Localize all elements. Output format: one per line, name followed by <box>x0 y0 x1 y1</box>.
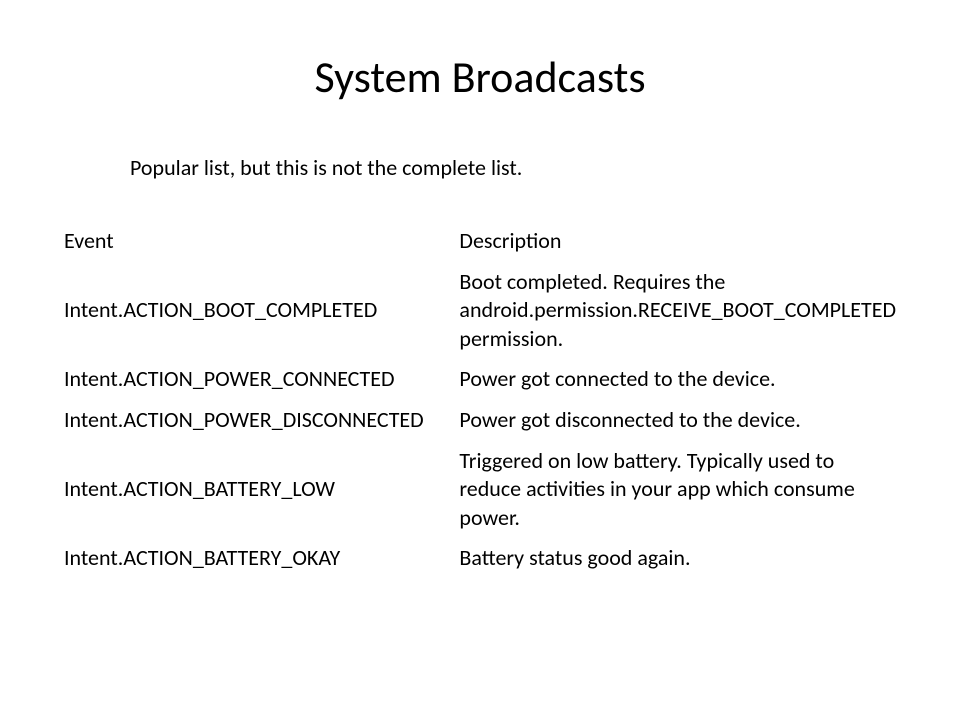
cell-event: Intent.ACTION_BOOT_COMPLETED <box>60 262 455 360</box>
cell-description: Triggered on low battery. Typically used… <box>455 441 900 539</box>
cell-event: Intent.ACTION_BATTERY_LOW <box>60 441 455 539</box>
cell-description: Power got disconnected to the device. <box>455 400 900 441</box>
header-description: Description <box>455 221 900 262</box>
table-header-row: Event Description <box>60 221 900 262</box>
table-row: Intent.ACTION_BATTERY_LOW Triggered on l… <box>60 441 900 539</box>
page-title: System Broadcasts <box>60 50 900 104</box>
cell-event: Intent.ACTION_POWER_CONNECTED <box>60 359 455 400</box>
broadcasts-table: Event Description Intent.ACTION_BOOT_COM… <box>60 221 900 579</box>
table-row: Intent.ACTION_BATTERY_OKAY Battery statu… <box>60 538 900 579</box>
table-row: Intent.ACTION_POWER_CONNECTED Power got … <box>60 359 900 400</box>
cell-description: Boot completed. Requires the android.per… <box>455 262 900 360</box>
cell-description: Power got connected to the device. <box>455 359 900 400</box>
cell-event: Intent.ACTION_POWER_DISCONNECTED <box>60 400 455 441</box>
table-row: Intent.ACTION_BOOT_COMPLETED Boot comple… <box>60 262 900 360</box>
header-event: Event <box>60 221 455 262</box>
cell-event: Intent.ACTION_BATTERY_OKAY <box>60 538 455 579</box>
cell-description: Battery status good again. <box>455 538 900 579</box>
subtitle-text: Popular list, but this is not the comple… <box>130 154 900 181</box>
table-row: Intent.ACTION_POWER_DISCONNECTED Power g… <box>60 400 900 441</box>
